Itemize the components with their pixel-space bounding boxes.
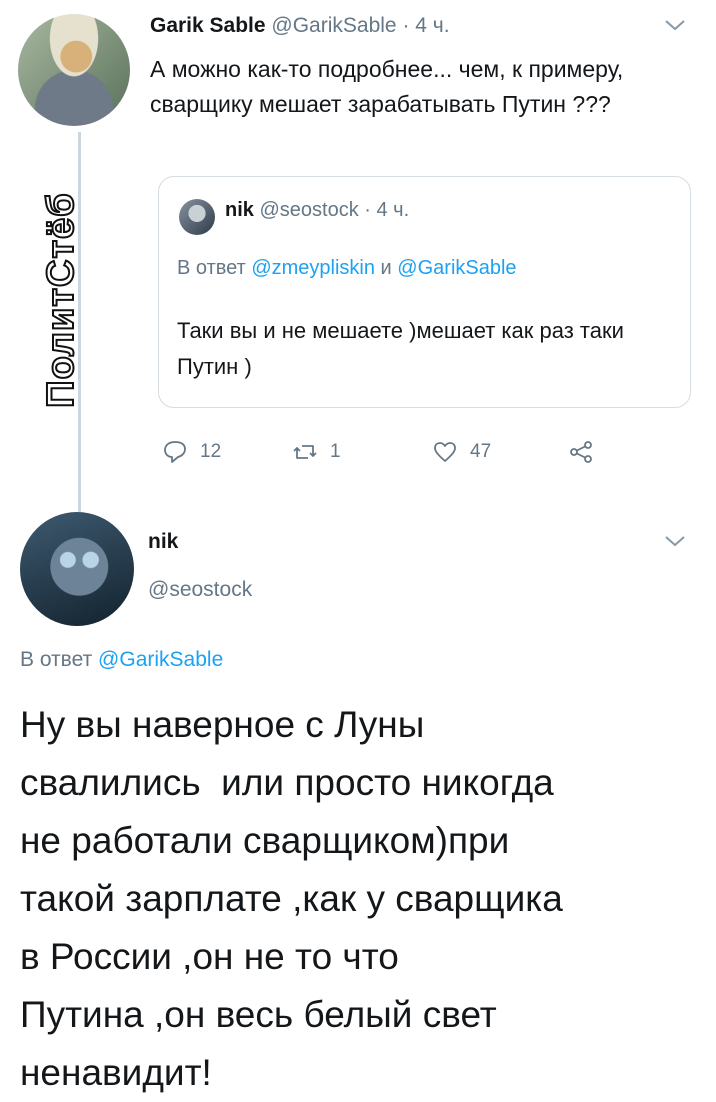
reply-icon — [164, 441, 186, 463]
author-handle[interactable]: @seostock — [259, 199, 358, 221]
reply-prefix: В ответ — [177, 257, 252, 279]
author-name[interactable]: nik — [225, 199, 254, 221]
author-name[interactable]: nik — [148, 530, 178, 554]
retweet-icon — [293, 445, 317, 459]
author-handle[interactable]: @seostock — [148, 578, 252, 602]
mention-link[interactable]: @GarikSable — [98, 648, 223, 671]
heart-icon — [434, 442, 456, 462]
mention-link[interactable]: @GarikSable — [397, 257, 516, 279]
retweet-count: 1 — [330, 441, 341, 462]
reply-count: 12 — [200, 441, 222, 462]
like-button[interactable]: 47 — [432, 436, 491, 468]
quoted-tweet-text: Таки вы и не мешаете )мешает как раз так… — [177, 318, 624, 379]
reply-context: В ответ @zmeypliskin и @GarikSable — [177, 257, 517, 280]
author-handle[interactable]: @GarikSable — [271, 14, 396, 37]
mention-link[interactable]: @zmeypliskin — [251, 257, 375, 279]
reply-context: В ответ @GarikSable — [20, 648, 223, 672]
avatar[interactable] — [18, 14, 130, 126]
watermark-text: ПолитСтёб — [39, 191, 83, 408]
reply-button[interactable]: 12 — [162, 436, 221, 468]
retweet-button[interactable]: 1 — [292, 436, 341, 468]
share-icon — [570, 441, 592, 463]
quoted-tweet-card[interactable]: nik @seostock · 4 ч. В ответ @zmeypliski… — [158, 176, 691, 408]
like-count: 47 — [470, 441, 492, 462]
tweet-text: Ну вы наверное с Луны свалились или прос… — [20, 704, 563, 1093]
tweet-header: Garik Sable @GarikSable · 4 ч. — [150, 14, 450, 38]
author-name[interactable]: Garik Sable — [150, 14, 266, 37]
timestamp[interactable]: · 4 ч. — [397, 14, 449, 37]
timestamp[interactable]: · 4 ч. — [359, 199, 409, 221]
avatar[interactable] — [20, 512, 134, 626]
chevron-down-icon[interactable] — [664, 18, 686, 32]
avatar[interactable] — [179, 199, 215, 235]
quoted-tweet-header: nik @seostock · 4 ч. — [225, 199, 409, 222]
chevron-down-icon[interactable] — [664, 534, 686, 548]
share-button[interactable] — [568, 436, 606, 468]
tweet-text: А можно как-то подробнее... чем, к приме… — [150, 56, 624, 117]
reply-and: и — [375, 257, 398, 279]
reply-prefix: В ответ — [20, 648, 99, 671]
